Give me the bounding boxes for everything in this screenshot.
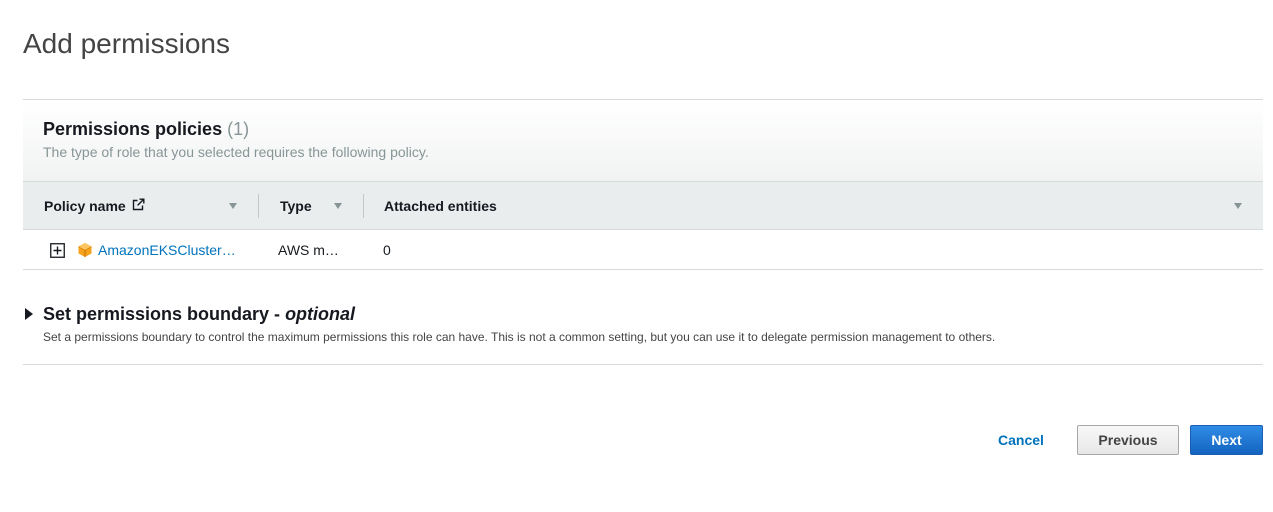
attached-entities-cell: 0	[383, 242, 391, 258]
external-link-icon[interactable]	[132, 198, 145, 214]
panel-header: Permissions policies (1) The type of rol…	[23, 100, 1263, 181]
column-label-type: Type	[280, 197, 312, 214]
panel-title: Permissions policies (1)	[43, 119, 1243, 140]
previous-button[interactable]: Previous	[1077, 425, 1179, 455]
expand-row-icon[interactable]	[50, 230, 65, 270]
policy-name-link[interactable]: AmazonEKSCluster…	[98, 230, 236, 270]
column-header-type[interactable]: Type	[280, 182, 312, 229]
permissions-boundary-section: Set permissions boundary - optional Set …	[23, 297, 1263, 365]
column-header-policy-name[interactable]: Policy name	[44, 182, 145, 229]
boundary-title-label: Set permissions boundary -	[43, 304, 286, 324]
column-label-policy-name: Policy name	[44, 197, 126, 214]
column-label-attached-entities: Attached entities	[384, 197, 497, 214]
table-header: Policy name Type Attached entities	[23, 181, 1263, 230]
column-divider[interactable]	[258, 194, 259, 218]
permissions-boundary-toggle[interactable]: Set permissions boundary - optional	[43, 304, 355, 325]
expand-triangle-icon[interactable]	[25, 308, 33, 320]
sort-caret-icon[interactable]	[334, 203, 342, 209]
aws-managed-policy-icon	[77, 230, 93, 270]
boundary-description: Set a permissions boundary to control th…	[43, 330, 996, 344]
column-header-attached-entities[interactable]: Attached entities	[384, 182, 497, 229]
policy-count: (1)	[227, 119, 250, 139]
table-row: AmazonEKSCluster… AWS m… 0	[23, 230, 1263, 270]
panel-description: The type of role that you selected requi…	[43, 144, 429, 160]
sort-caret-icon[interactable]	[229, 203, 237, 209]
boundary-optional-label: optional	[285, 304, 356, 324]
sort-caret-icon[interactable]	[1234, 203, 1242, 209]
page-title: Add permissions	[23, 28, 230, 59]
permissions-policies-panel: Permissions policies (1) The type of rol…	[23, 99, 1263, 270]
policy-type-cell: AWS m…	[278, 242, 339, 258]
next-button[interactable]: Next	[1190, 425, 1263, 455]
panel-title-label: Permissions policies	[43, 119, 223, 139]
column-divider[interactable]	[363, 194, 364, 218]
cancel-button[interactable]: Cancel	[985, 425, 1057, 455]
